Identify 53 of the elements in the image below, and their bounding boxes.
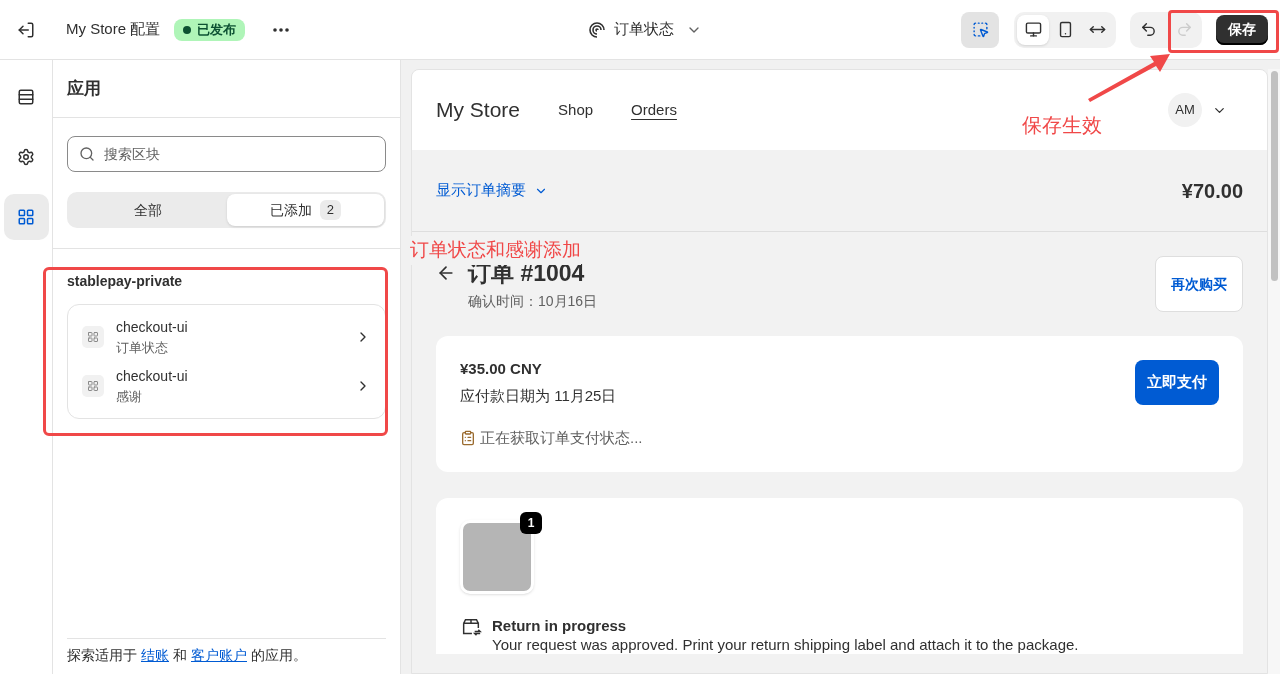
panel-title: 应用 — [67, 77, 101, 100]
confirmed-date: 确认时间：10月16日 — [468, 291, 598, 311]
status-badge: 已发布 — [174, 18, 246, 41]
clipboard-icon — [460, 430, 476, 447]
more-button[interactable] — [273, 27, 290, 32]
block-icon — [82, 374, 104, 397]
annotation-text: 保存生效 — [1022, 113, 1102, 138]
redo-icon — [1175, 21, 1193, 38]
group-title: stablepay-private — [67, 272, 184, 291]
block-icon — [82, 326, 104, 349]
annotation-text: 订单状态和感谢添加 — [410, 236, 581, 265]
settings-icon — [17, 148, 35, 166]
inspector-button[interactable] — [961, 11, 999, 48]
sections-icon — [17, 88, 35, 106]
template-picker[interactable]: 订单状态 — [588, 18, 703, 41]
filter-tab[interactable]: 已添加 2 — [226, 194, 384, 226]
filter-tab[interactable]: 全部 — [69, 194, 227, 226]
spiral-icon — [588, 20, 607, 39]
app-list-item[interactable]: checkout-ui 订单状态 — [68, 313, 385, 362]
app-target: 订单状态 — [116, 339, 169, 357]
scrollbar-thumb[interactable] — [1270, 71, 1278, 281]
app-name: checkout-ui — [116, 318, 189, 337]
app-list-item[interactable]: checkout-ui 感谢 — [68, 361, 385, 410]
footer-text: 探索适用于 结账 和 客户账户 的应用。 — [67, 647, 307, 666]
payment-status: 正在获取订单支付状态... — [480, 428, 643, 448]
exit-icon — [17, 20, 35, 39]
desktop-icon — [1024, 21, 1042, 38]
quantity-badge: 1 — [520, 511, 542, 534]
return-message: Your request was approved. Print your return shipping label and attach it to the package. — [492, 635, 1079, 654]
cursor-select-icon — [971, 21, 989, 38]
pay-now-button[interactable]: 立即支付 — [1135, 360, 1219, 405]
search-icon — [79, 146, 95, 162]
view-mode-button[interactable] — [1017, 14, 1049, 45]
store-title: My Store 配置 — [66, 19, 161, 40]
return-title: Return in progress — [492, 615, 628, 636]
nav-link[interactable]: Shop — [558, 98, 594, 122]
undo-icon — [1139, 21, 1157, 38]
order-total: ¥70.00 — [1181, 178, 1243, 204]
save-button[interactable]: 保存 — [1216, 14, 1268, 45]
app-target: 感谢 — [116, 387, 143, 406]
payment-amount: ¥35.00 CNY — [460, 359, 543, 379]
store-name: My Store — [436, 97, 521, 124]
order-summary-toggle[interactable]: 显示订单摘要 — [436, 179, 548, 202]
rail-button[interactable] — [3, 194, 49, 240]
nav-link[interactable]: Orders — [631, 98, 677, 122]
buy-again-button[interactable]: 再次购买 — [1155, 256, 1243, 312]
footer-link[interactable]: 结账 — [141, 648, 169, 664]
footer-link[interactable]: 客户账户 — [191, 648, 247, 664]
more-icon — [273, 27, 290, 32]
search-field[interactable]: 搜索区块 — [67, 136, 386, 172]
app-name: checkout-ui — [116, 366, 189, 386]
apps-icon — [17, 208, 35, 226]
due-date: 应付款日期为 11月25日 — [460, 385, 617, 406]
